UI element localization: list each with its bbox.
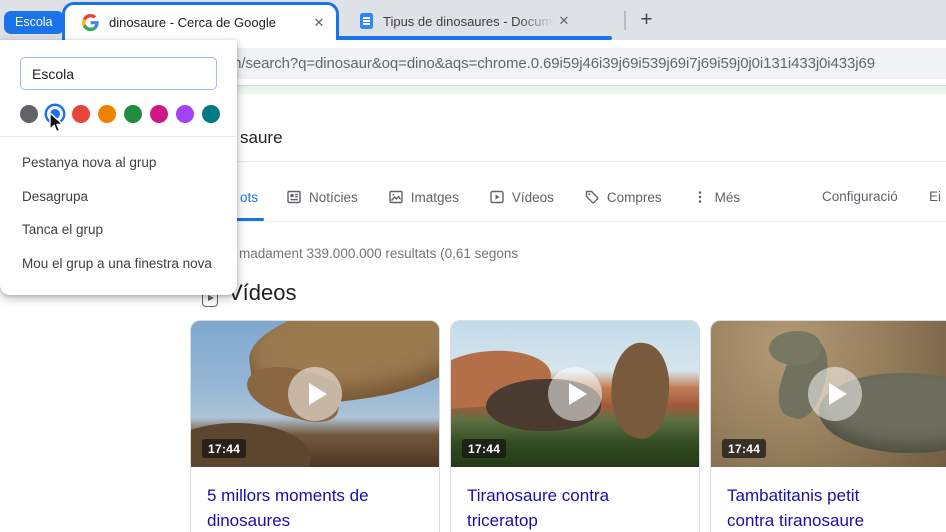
tab-tipus-de-dinosaures[interactable]: Tipus de dinosaures - Document ✕: [348, 2, 610, 40]
link-configuracio[interactable]: Configuració: [822, 189, 898, 204]
video-title-link[interactable]: 5 millors moments de dinosaures: [207, 483, 423, 532]
video-title-link[interactable]: Tambatitanis petit contra tiranosaure: [727, 483, 902, 532]
tab-separator: [624, 11, 626, 30]
play-icon: [548, 367, 602, 421]
tab-mes[interactable]: Més: [692, 189, 741, 205]
menu-item-new-tab-in-group[interactable]: Pestanya nova al grup: [0, 146, 237, 180]
menu-item-ungroup[interactable]: Desagrupa: [0, 180, 237, 214]
menu-item-move-to-new-window[interactable]: Mou el grup a una finestra nova: [0, 247, 237, 281]
image-icon: [388, 189, 404, 205]
tab-label: Imatges: [411, 190, 459, 205]
video-cards: 17:44 5 millors moments de dinosaures 17…: [190, 320, 946, 532]
close-icon[interactable]: ✕: [310, 15, 328, 31]
new-tab-button[interactable]: +: [633, 7, 660, 34]
results-nav: ots Notícies Imatges Vídeos Compres Més: [240, 189, 770, 205]
tab-group-chip[interactable]: Escola: [4, 11, 64, 34]
duration-badge: 17:44: [722, 439, 766, 458]
results-stats: madament 339.000.000 resultats (0,61 seg…: [239, 246, 518, 261]
tag-icon: [584, 189, 600, 205]
google-favicon: [82, 14, 99, 31]
menu-item-close-group[interactable]: Tanca el grup: [0, 213, 237, 247]
group-name-input[interactable]: [20, 57, 217, 90]
video-card: 17:44 5 millors moments de dinosaures: [190, 320, 440, 532]
tab-compres[interactable]: Compres: [584, 189, 662, 205]
group-popup-menu: Pestanya nova al grup Desagrupa Tanca el…: [0, 136, 237, 280]
video-card: 17:44 Tambatitanis petit contra tiranosa…: [710, 320, 946, 532]
tab-title: Tipus de dinosaures - Document: [383, 14, 555, 29]
color-swatch-red[interactable]: [72, 105, 90, 123]
play-icon: [808, 367, 862, 421]
tab-label: Compres: [607, 190, 662, 205]
duration-badge: 17:44: [202, 439, 246, 458]
browser-window: saure ots Notícies Imatges Vídeos Compre…: [0, 0, 946, 532]
tab-noticies[interactable]: Notícies: [286, 189, 358, 205]
tab-label: Notícies: [309, 190, 358, 205]
tab-title: dinosaure - Cerca de Google: [109, 15, 310, 30]
link-eines[interactable]: Ei: [929, 189, 941, 204]
color-swatch-purple[interactable]: [176, 105, 194, 123]
duration-badge: 17:44: [462, 439, 506, 458]
video-thumbnail[interactable]: 17:44: [191, 321, 439, 467]
tab-dinosaure[interactable]: dinosaure - Cerca de Google ✕: [62, 2, 339, 40]
tab-imatges[interactable]: Imatges: [388, 189, 459, 205]
video-thumbnail[interactable]: 17:44: [451, 321, 699, 467]
video-icon: [489, 189, 505, 205]
tab-videos[interactable]: Vídeos: [489, 189, 554, 205]
video-thumbnail[interactable]: 17:44: [711, 321, 946, 467]
color-swatch-pink[interactable]: [150, 105, 168, 123]
color-swatch-orange[interactable]: [98, 105, 116, 123]
address-bar[interactable]: m/search?q=dinosaur&oq=dino&aqs=chrome.0…: [160, 48, 946, 79]
color-swatch-teal[interactable]: [202, 105, 220, 123]
tab-strip: Escola dinosaure - Cerca de Google ✕ Tip…: [0, 0, 946, 40]
tab-label: Vídeos: [512, 190, 554, 205]
color-swatch-green[interactable]: [124, 105, 142, 123]
tab-tots[interactable]: ots: [240, 190, 258, 205]
url-text: m/search?q=dinosaur&oq=dino&aqs=chrome.0…: [229, 48, 875, 79]
video-title-link[interactable]: Tiranosaure contra triceratop: [467, 483, 683, 532]
search-box-query[interactable]: saure: [240, 128, 283, 148]
more-vert-icon: [692, 189, 708, 205]
mouse-cursor: [47, 112, 67, 134]
play-icon: [288, 367, 342, 421]
close-icon[interactable]: ✕: [555, 13, 573, 29]
videos-section-title: Vídeos: [228, 280, 297, 306]
news-icon: [286, 189, 302, 205]
google-docs-favicon: [360, 13, 373, 29]
tab-group-edit-popup: Pestanya nova al grup Desagrupa Tanca el…: [0, 40, 237, 295]
tab-label: Més: [715, 190, 741, 205]
video-card: 17:44 Tiranosaure contra triceratop: [450, 320, 700, 532]
color-swatch-grey[interactable]: [20, 105, 38, 123]
